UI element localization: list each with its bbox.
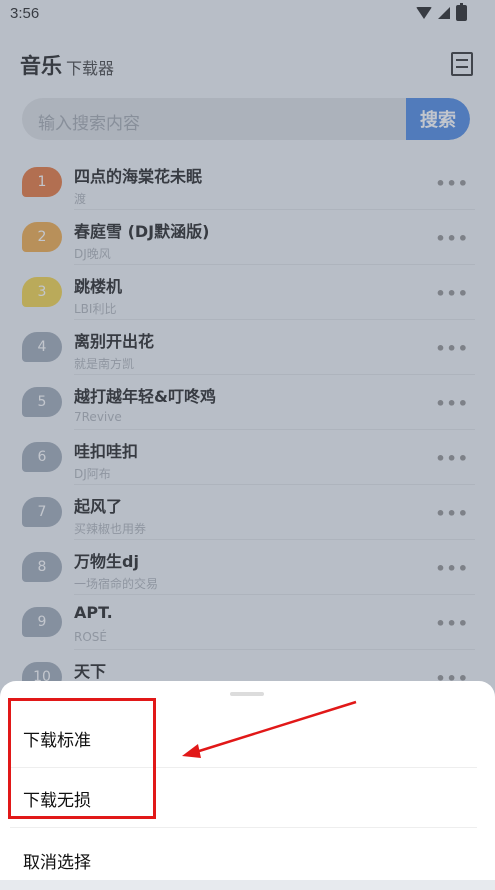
- annotation-arrow-icon: [182, 700, 357, 758]
